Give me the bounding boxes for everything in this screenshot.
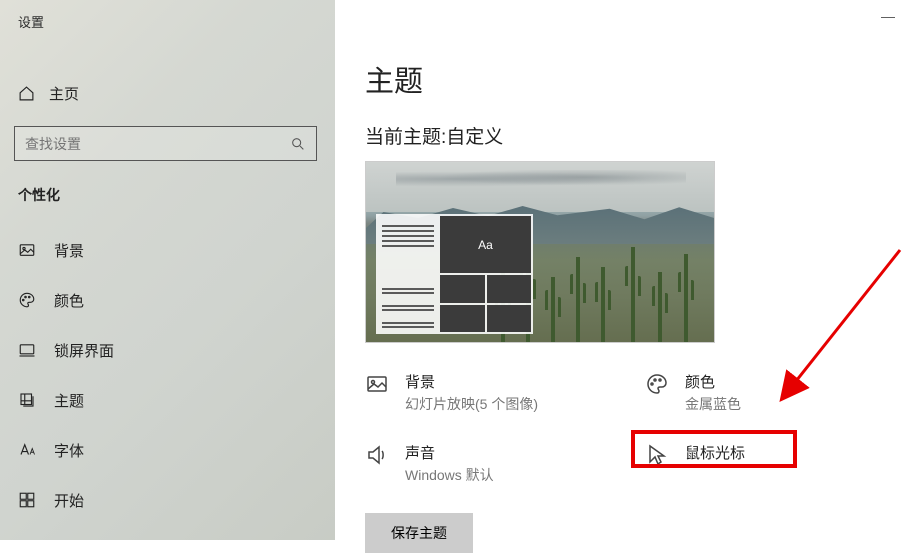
home-icon — [18, 85, 35, 102]
themes-icon — [18, 391, 36, 409]
option-colors[interactable]: 颜色 金属蓝色 — [645, 371, 865, 414]
nav-label: 背景 — [54, 240, 84, 261]
nav-item-themes[interactable]: 主题 — [0, 375, 335, 425]
palette-icon — [18, 291, 36, 309]
section-label: 个性化 — [0, 161, 335, 215]
current-theme-label: 当前主题:自定义 — [365, 122, 915, 149]
option-sub: 金属蓝色 — [685, 394, 741, 414]
theme-options: 背景 幻灯片放映(5 个图像) 颜色 金属蓝色 声音 Windows 默认 鼠标… — [365, 371, 915, 485]
search-icon — [290, 136, 306, 152]
window-controls: — — [881, 8, 915, 24]
search-input[interactable] — [25, 136, 290, 152]
fonts-icon — [18, 441, 36, 459]
option-label: 声音 — [405, 442, 494, 463]
nav-item-fonts[interactable]: 字体 — [0, 425, 335, 475]
app-title: 设置 — [0, 0, 335, 31]
option-label: 鼠标光标 — [685, 442, 745, 463]
home-label: 主页 — [49, 83, 79, 104]
main-content: — 主题 当前主题:自定义 Aa 背景 — [355, 0, 915, 540]
home-button[interactable]: 主页 — [0, 73, 335, 114]
nav-item-colors[interactable]: 颜色 — [0, 275, 335, 325]
option-label: 背景 — [405, 371, 538, 392]
theme-preview[interactable]: Aa — [365, 161, 715, 343]
lockscreen-icon — [18, 341, 36, 359]
nav-list: 背景 颜色 锁屏界面 主题 字体 开始 — [0, 225, 335, 525]
nav-label: 主题 — [54, 390, 84, 411]
option-sub: Windows 默认 — [405, 465, 494, 485]
option-sounds[interactable]: 声音 Windows 默认 — [365, 442, 635, 485]
option-sub: 幻灯片放映(5 个图像) — [405, 394, 538, 414]
save-theme-button[interactable]: 保存主题 — [365, 513, 473, 553]
minimize-button[interactable]: — — [881, 8, 895, 24]
page-title: 主题 — [365, 58, 915, 100]
picture-icon — [18, 241, 36, 259]
search-box[interactable] — [14, 126, 317, 161]
cursor-icon — [645, 443, 669, 467]
nav-item-start[interactable]: 开始 — [0, 475, 335, 525]
option-background[interactable]: 背景 幻灯片放映(5 个图像) — [365, 371, 635, 414]
palette-icon — [645, 372, 669, 396]
option-cursor[interactable]: 鼠标光标 — [645, 442, 865, 485]
preview-tile-aa: Aa — [440, 216, 531, 273]
sidebar: 设置 主页 个性化 背景 颜色 锁屏界面 主题 字体 — [0, 0, 335, 540]
nav-label: 字体 — [54, 440, 84, 461]
nav-item-lockscreen[interactable]: 锁屏界面 — [0, 325, 335, 375]
nav-label: 锁屏界面 — [54, 340, 114, 361]
nav-label: 开始 — [54, 490, 84, 511]
start-preview-overlay: Aa — [376, 214, 533, 334]
picture-icon — [365, 372, 389, 396]
nav-item-background[interactable]: 背景 — [0, 225, 335, 275]
nav-label: 颜色 — [54, 290, 84, 311]
option-label: 颜色 — [685, 371, 741, 392]
sound-icon — [365, 443, 389, 467]
start-icon — [18, 491, 36, 509]
